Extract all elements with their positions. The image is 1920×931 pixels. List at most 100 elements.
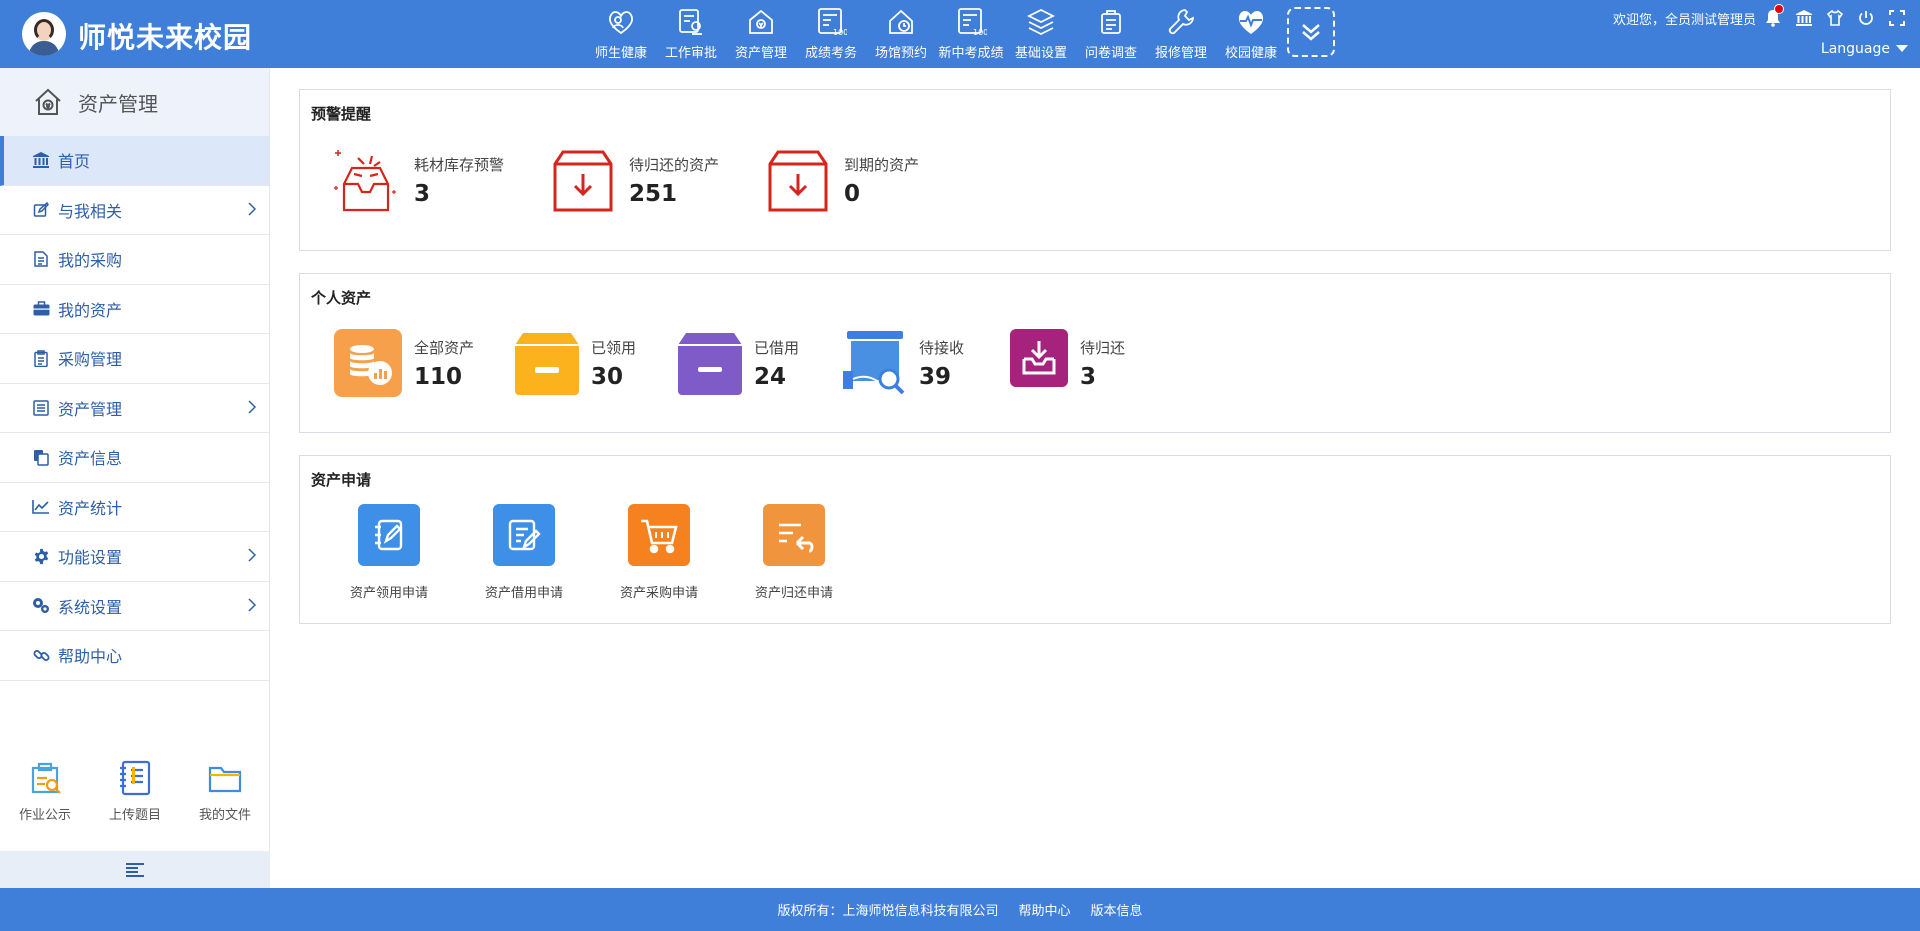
sidebar-item-function-settings[interactable]: 功能设置 (0, 532, 269, 582)
approval-icon (679, 9, 702, 35)
survey-icon (1101, 10, 1121, 34)
sidebar-item-related[interactable]: 与我相关 (0, 186, 269, 235)
sidebar-item-asset-stats[interactable]: 资产统计 (0, 483, 269, 532)
stat-label: 到期的资产 (844, 156, 920, 174)
stat-received[interactable]: 已领用 30 (515, 329, 636, 397)
panel-title: 个人资产 (311, 289, 372, 307)
shirt-icon (1826, 9, 1844, 26)
sidebar-item-my-purchase[interactable]: 我的采购 (0, 235, 269, 285)
apply-purchase[interactable]: 资产采购申请 (604, 504, 714, 601)
double-chevron-down-icon (1302, 24, 1320, 41)
list-icon (33, 400, 49, 416)
expired-box-icon (768, 150, 828, 212)
stat-label: 已领用 (591, 339, 637, 357)
nav-asset[interactable]: 资产管理 (726, 4, 796, 64)
fullscreen-button[interactable] (1886, 8, 1908, 28)
nav-label: 成绩考务 (804, 46, 857, 61)
chevron-right-icon (248, 399, 257, 414)
stat-value: 110 (414, 364, 463, 390)
sidebar-item-system-settings[interactable]: 系统设置 (0, 582, 269, 631)
nav-label: 资产管理 (734, 46, 787, 61)
sidebar-item-label: 系统设置 (58, 597, 123, 617)
nav-venue[interactable]: 场馆预约 (866, 4, 936, 64)
apply-label: 资产领用申请 (349, 586, 428, 601)
sidebar-item-label: 采购管理 (58, 350, 123, 370)
return-apply-icon (763, 504, 825, 566)
nav-label: 基础设置 (1014, 46, 1067, 61)
inventory-tray-icon (334, 150, 396, 212)
apply-return[interactable]: 资产归还申请 (739, 504, 849, 601)
chevron-right-icon (248, 597, 257, 612)
stat-label: 耗材库存预警 (414, 156, 505, 174)
stat-inventory-warning[interactable]: 耗材库存预警 3 (334, 146, 504, 216)
sidebar-item-purchase-mgmt[interactable]: 采购管理 (0, 334, 269, 384)
institution-button[interactable] (1793, 8, 1815, 28)
health-heart-icon (608, 11, 634, 35)
upload-question-icon (120, 760, 151, 796)
language-selector[interactable]: Language (1821, 41, 1908, 57)
nav-score[interactable]: 100 成绩考务 (796, 4, 866, 64)
pending-receive-icon (843, 331, 905, 395)
logo-avatar[interactable] (22, 12, 66, 56)
stat-value: 0 (844, 181, 861, 207)
stat-pending-return[interactable]: 待归还的资产 251 (549, 146, 719, 216)
wrench-icon (1168, 9, 1194, 35)
skin-button[interactable] (1824, 8, 1846, 28)
apply-receive[interactable]: 资产领用申请 (334, 504, 444, 601)
quick-upload[interactable]: 上传题目 (90, 758, 180, 823)
copy-icon (34, 449, 49, 466)
nav-label: 新中考成绩 (938, 46, 1004, 61)
stat-borrowed[interactable]: 已借用 24 (678, 329, 799, 397)
notification-button[interactable] (1762, 4, 1784, 28)
document-icon (34, 251, 48, 267)
sidebar-title: 资产管理 (78, 91, 158, 116)
exam-score-icon: 100 (958, 8, 987, 37)
nav-repair[interactable]: 报修管理 (1146, 4, 1216, 64)
nav-survey[interactable]: 问卷调查 (1076, 4, 1146, 64)
bank-icon (1796, 10, 1812, 26)
header-tools (1762, 4, 1908, 28)
sidebar-item-label: 资产信息 (58, 449, 123, 469)
sidebar-item-my-assets[interactable]: 我的资产 (0, 285, 269, 334)
nav-approval[interactable]: 工作审批 (656, 4, 726, 64)
footer-version-link[interactable]: 版本信息 (1091, 900, 1143, 919)
stat-expired[interactable]: 到期的资产 0 (764, 146, 919, 216)
apply-borrow[interactable]: 资产借用申请 (469, 504, 579, 601)
stat-pending-receive[interactable]: 待接收 39 (843, 329, 964, 397)
quick-homework[interactable]: 作业公示 (0, 758, 90, 823)
cart-icon (628, 504, 690, 566)
asset-apply-panel: 资产申请 资产领用申请 资产借用申请 资产采购申请 资产归还申请 (299, 455, 1891, 624)
power-icon (1859, 11, 1873, 25)
nav-more-button[interactable] (1287, 7, 1335, 57)
quick-links: 作业公示 上传题目 我的文件 (0, 758, 270, 823)
stat-value: 251 (629, 181, 678, 207)
stat-value: 3 (1080, 364, 1097, 390)
nav-label: 报修管理 (1154, 46, 1207, 61)
footer-help-link[interactable]: 帮助中心 (1018, 900, 1070, 919)
nav-health[interactable]: 师生健康 (586, 4, 656, 64)
sidebar-item-asset-info[interactable]: 资产信息 (0, 433, 269, 483)
sidebar: 资产管理 首页 与我相关 我的采购 我的资产 采购管理 资产管理 资产信息 资产… (0, 68, 270, 888)
stat-label: 待接收 (919, 339, 965, 357)
quick-label: 我的文件 (198, 808, 251, 823)
nav-campus-health[interactable]: 校园健康 (1216, 4, 1286, 64)
sidebar-collapse-button[interactable] (0, 851, 270, 888)
stat-pending-return-personal[interactable]: 待归还 3 (1010, 329, 1125, 390)
nav-label: 问卷调查 (1084, 46, 1137, 61)
nav-exam-score[interactable]: 100 新中考成绩 (936, 4, 1006, 64)
stat-value: 24 (754, 364, 787, 390)
bank-icon (33, 152, 49, 169)
language-label: Language (1820, 41, 1890, 57)
line-chart-icon (32, 500, 49, 515)
logout-button[interactable] (1855, 8, 1877, 28)
svg-text:100: 100 (833, 28, 847, 37)
apply-label: 资产采购申请 (619, 586, 698, 601)
quick-files[interactable]: 我的文件 (180, 758, 270, 823)
sidebar-header: 资产管理 (0, 68, 269, 136)
panel-title: 预警提醒 (311, 105, 372, 123)
nav-base-settings[interactable]: 基础设置 (1006, 4, 1076, 64)
sidebar-item-home[interactable]: 首页 (0, 136, 269, 186)
sidebar-item-asset-mgmt[interactable]: 资产管理 (0, 384, 269, 433)
sidebar-item-help[interactable]: 帮助中心 (0, 631, 269, 681)
stat-all-assets[interactable]: 全部资产 110 (334, 329, 474, 397)
